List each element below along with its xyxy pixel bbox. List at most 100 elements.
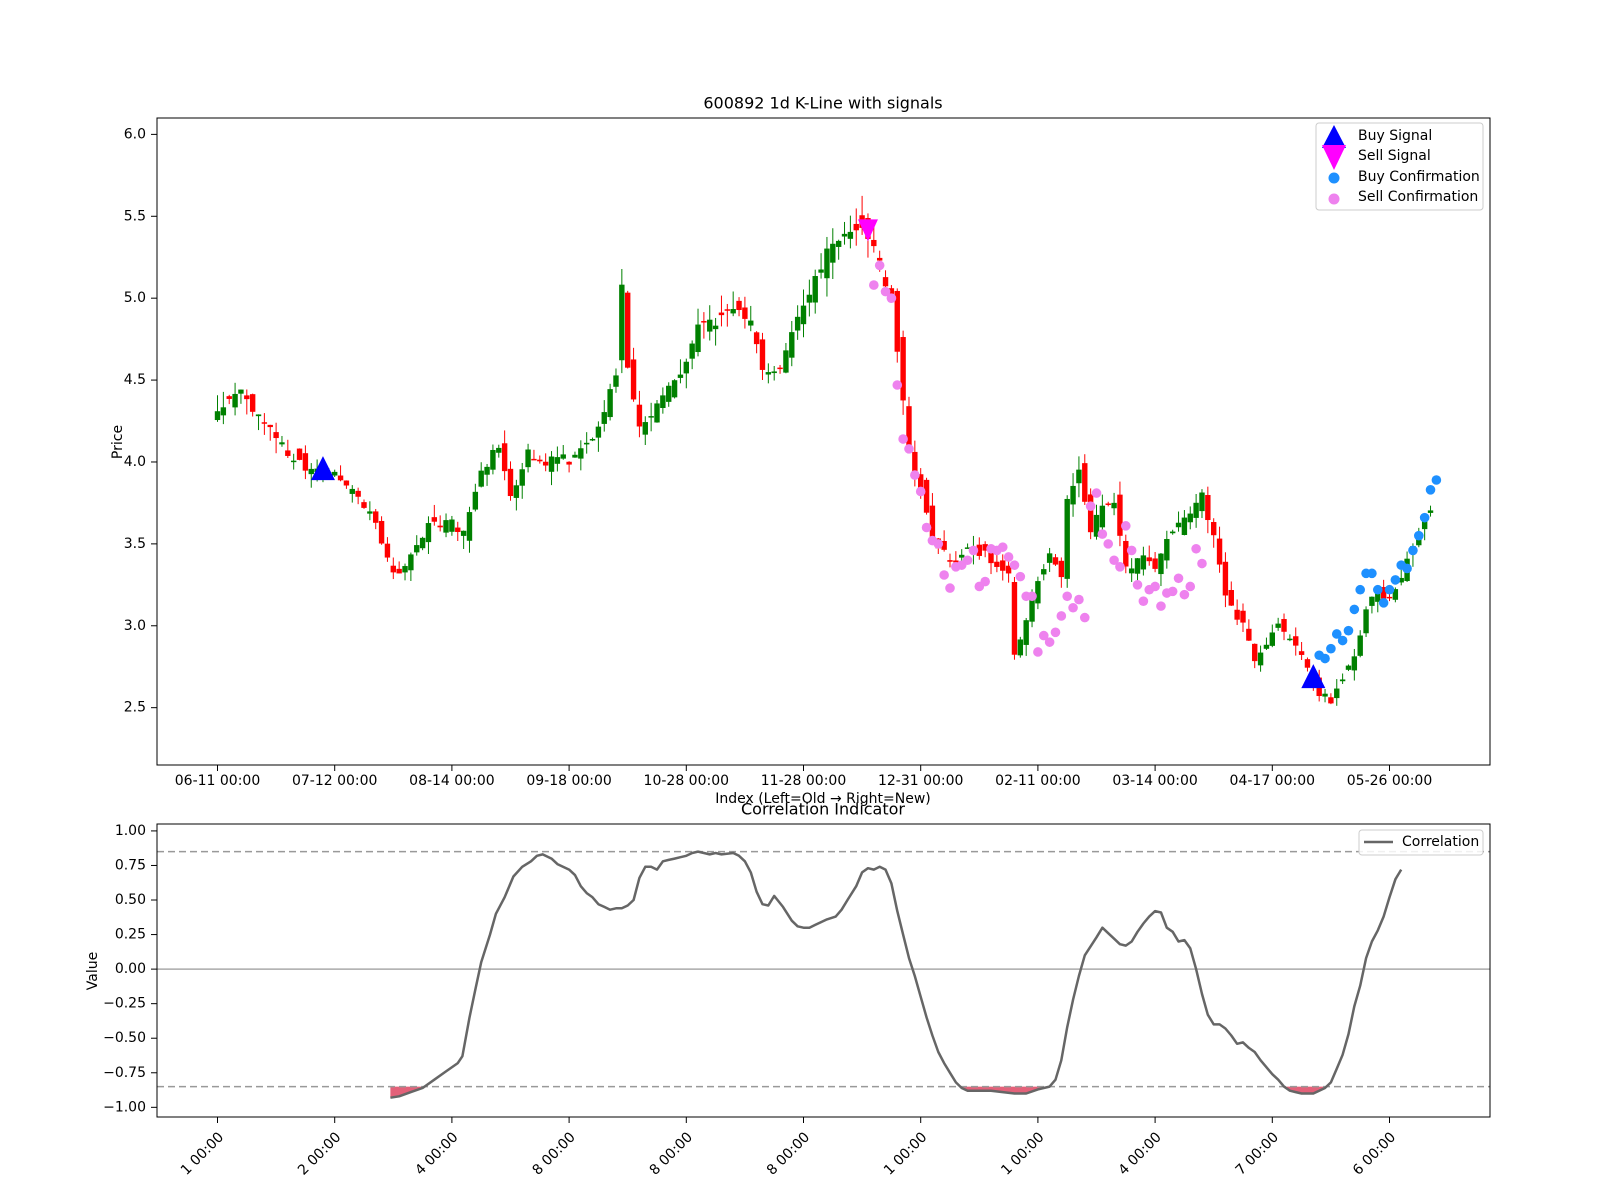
sell-confirmation-point	[1132, 580, 1143, 590]
sell-confirmation-point	[1009, 560, 1020, 570]
candle-body	[1339, 679, 1346, 682]
x-tick-label: 1 00:00	[178, 1129, 227, 1178]
candle-body	[912, 451, 918, 474]
x-tick-label: 8 00:00	[764, 1129, 813, 1178]
candle-body	[1363, 609, 1369, 634]
sell-confirmation-point	[869, 280, 879, 290]
correlation-marks	[157, 850, 1490, 1099]
candle-body	[214, 411, 221, 421]
candle-body	[701, 321, 707, 323]
candle-body	[1152, 558, 1158, 569]
sell-confirmation-point	[1079, 612, 1090, 623]
candle-body	[1082, 463, 1088, 502]
x-tick-label: 03-14 00:00	[1112, 773, 1197, 789]
candle-body	[1228, 590, 1234, 606]
candle-body	[1287, 638, 1293, 641]
candle-body	[460, 530, 467, 536]
sell-confirmation-point	[886, 293, 897, 303]
sell-confirmation-point	[1050, 627, 1061, 638]
buy-signal-marker	[310, 456, 335, 481]
sell-confirmation-point	[1191, 543, 1201, 554]
candle-body	[1041, 569, 1047, 575]
candle-body	[1222, 561, 1229, 596]
candle-body	[671, 380, 678, 398]
buy-confirmation-point	[1425, 485, 1436, 495]
candle-body	[507, 468, 514, 497]
sell-confirmation-point	[945, 583, 955, 593]
candle-body	[478, 470, 484, 487]
candle-body	[748, 320, 754, 326]
sell-confirmation-point	[915, 486, 926, 497]
sell-confirmation-point	[997, 542, 1008, 552]
candle-body	[759, 339, 766, 370]
candle-body	[1205, 495, 1211, 521]
candle-body	[683, 361, 689, 374]
candle-body	[572, 454, 578, 458]
candle-body	[929, 505, 936, 541]
candle-body	[900, 337, 906, 401]
candle-body	[818, 269, 824, 273]
candle-body	[1427, 510, 1434, 513]
candle-body	[660, 395, 666, 408]
buy-confirmation-point	[1367, 568, 1377, 579]
sell-confirmation-point	[1015, 571, 1026, 582]
correlation-y-label: Value	[85, 952, 101, 990]
sell-confirmation-point	[1126, 545, 1137, 556]
candle-body	[261, 422, 268, 424]
sell-confirmation-point	[1085, 501, 1096, 512]
candle-body	[560, 454, 566, 459]
candle-body	[1023, 620, 1029, 645]
candle-body	[443, 520, 449, 533]
candle-body	[531, 458, 537, 461]
x-tick-label: 10-28 00:00	[644, 773, 729, 789]
candle-body	[1000, 560, 1006, 571]
candle-body	[765, 372, 772, 375]
figure: 600892 1d K-Line with signals 2.5 3.0 3.5 4…	[85, 94, 1491, 1179]
candle-body	[1076, 469, 1082, 484]
correlation-line	[390, 850, 1403, 1099]
candle-body	[308, 468, 314, 475]
y-tick-label: 3.0	[124, 618, 146, 634]
buy-confirmation-point	[1355, 584, 1365, 595]
y-tick-label: 0.00	[115, 961, 146, 977]
sell-confirmation-point	[1185, 581, 1196, 592]
candle-body	[337, 475, 344, 481]
y-tick-label: 5.5	[124, 208, 146, 224]
sell-confirmation-point	[898, 434, 908, 444]
candle-body	[496, 447, 502, 453]
buy-confirmation-point	[1408, 545, 1418, 556]
candle-body	[455, 527, 461, 532]
x-tick-label: 4 00:00	[412, 1129, 461, 1178]
candle-body	[707, 319, 713, 332]
candle-body	[519, 469, 525, 486]
candle-body	[1064, 498, 1070, 579]
sell-confirmation-point	[1044, 637, 1055, 647]
candle-body	[232, 393, 238, 408]
candle-body	[1322, 693, 1328, 697]
candle-body	[1105, 503, 1111, 505]
candle-body	[853, 223, 859, 231]
candle-body	[1334, 688, 1340, 699]
candle-body	[835, 240, 842, 247]
candle-body	[1099, 505, 1106, 528]
x-tick-label: 07-12 00:00	[292, 773, 377, 789]
candle-body	[1011, 581, 1018, 655]
x-tick-label: 06-11 00:00	[175, 773, 260, 789]
candle-body	[425, 523, 432, 543]
candle-body	[1216, 538, 1223, 565]
y-tick-label: −1.00	[103, 1099, 146, 1115]
candle-body	[648, 416, 654, 418]
sell-confirmation-point	[910, 470, 920, 480]
buy-confirmation-point	[1390, 575, 1401, 585]
candle-body	[812, 276, 818, 303]
candle-body	[959, 554, 965, 558]
candle-body	[244, 395, 250, 400]
buy-confirmation-point	[1326, 643, 1336, 654]
sell-signal-marker	[857, 219, 878, 242]
candle-body	[279, 442, 285, 445]
candle-body	[419, 537, 426, 549]
candle-body	[396, 568, 402, 574]
candle-body	[871, 239, 877, 247]
candle-body	[226, 396, 232, 399]
candle-body	[613, 375, 619, 387]
